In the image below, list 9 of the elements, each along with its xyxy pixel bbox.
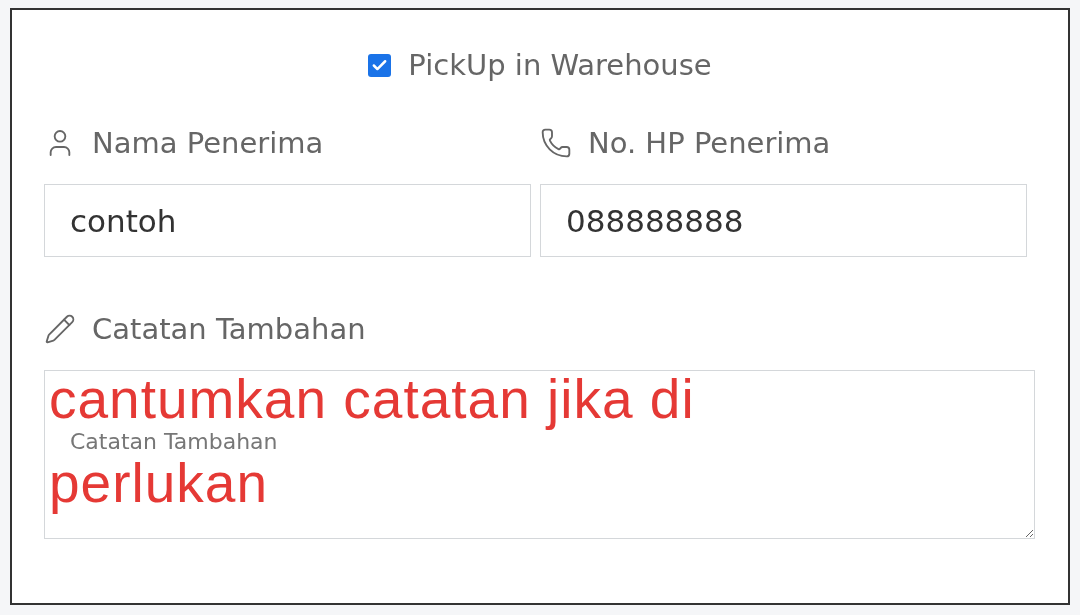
field-label: Catatan Tambahan [92, 312, 366, 346]
field-label: No. HP Penerima [588, 126, 831, 160]
pencil-icon [44, 313, 76, 345]
checkbox[interactable] [368, 53, 392, 77]
phone-icon [540, 127, 572, 159]
text-input[interactable]: contoh [44, 184, 531, 257]
checkbox-label: PickUp in Warehouse [408, 48, 712, 82]
field-label: Nama Penerima [92, 126, 324, 160]
text-input[interactable]: 088888888 [540, 184, 1027, 257]
